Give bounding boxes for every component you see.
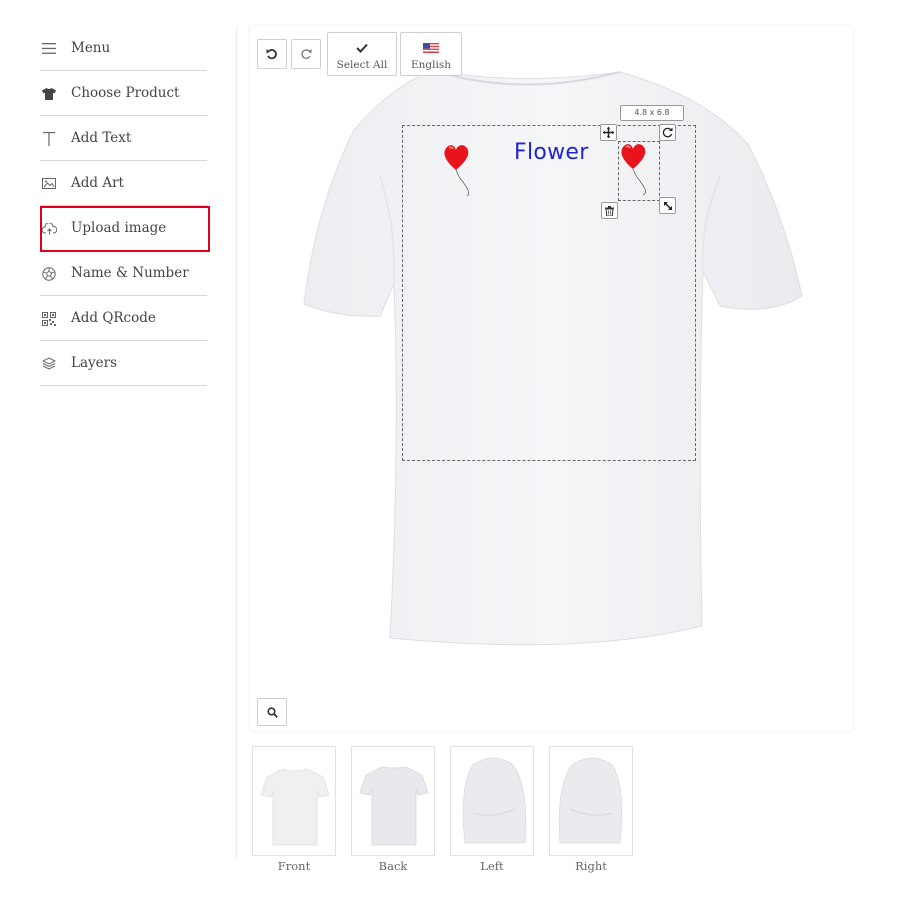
select-all-button[interactable]: Select All: [327, 32, 397, 76]
language-label: English: [410, 58, 452, 71]
sidebar-item-add-qrcode[interactable]: Add QRcode: [40, 296, 207, 341]
sidebar: Menu Choose Product Add Text Add Art Upl…: [40, 26, 207, 386]
thumbnail-front[interactable]: [252, 746, 336, 856]
redo-icon: [300, 45, 312, 64]
trash-icon: [605, 201, 614, 220]
tshirt-right-thumbnail: [558, 757, 623, 844]
thumbnail-label: Right: [575, 859, 607, 873]
rotate-handle[interactable]: [659, 124, 676, 141]
thumbnail-left[interactable]: [450, 746, 534, 856]
sidebar-item-add-text[interactable]: Add Text: [40, 116, 207, 161]
search-icon: [266, 703, 278, 722]
sidebar-item-label: Name & Number: [71, 265, 189, 281]
sidebar-item-upload-image[interactable]: Upload image: [40, 206, 207, 251]
resize-icon: [663, 196, 673, 215]
sidebar-item-label: Menu: [71, 40, 111, 56]
sidebar-item-choose-product[interactable]: Choose Product: [40, 71, 207, 116]
selection-box: [618, 141, 660, 201]
text-icon: [40, 116, 58, 161]
tshirt-front-thumbnail: [260, 768, 330, 846]
soccer-ball-icon: [40, 251, 58, 296]
thumbnail-label: Back: [378, 859, 408, 873]
tshirt-icon: [40, 71, 58, 116]
language-button[interactable]: English: [400, 32, 462, 76]
image-icon: [40, 161, 58, 206]
select-all-label: Select All: [336, 58, 388, 71]
undo-button[interactable]: [257, 39, 287, 69]
design-canvas[interactable]: Select All English Flower 4.8 x 6.8: [250, 26, 853, 731]
tshirt-back-thumbnail: [359, 766, 429, 846]
undo-icon: [266, 45, 278, 64]
sidebar-item-label: Add QRcode: [71, 310, 156, 326]
thumbnail-label: Front: [277, 859, 311, 873]
sidebar-item-name-number[interactable]: Name & Number: [40, 251, 207, 296]
sidebar-item-label: Layers: [71, 355, 118, 371]
rotate-icon: [662, 123, 673, 142]
resize-handle[interactable]: [659, 197, 676, 214]
move-handle[interactable]: [600, 124, 617, 141]
thumbnail-label: Left: [480, 859, 504, 873]
size-tooltip: 4.8 x 6.8: [620, 105, 684, 121]
design-text-object[interactable]: Flower: [514, 140, 589, 165]
sidebar-item-menu[interactable]: Menu: [40, 26, 207, 71]
thumbnail-right[interactable]: [549, 746, 633, 856]
sidebar-item-label: Add Text: [71, 130, 132, 146]
sidebar-item-label: Add Art: [71, 175, 124, 191]
menu-icon: [40, 26, 58, 71]
zoom-button[interactable]: [257, 698, 287, 726]
layers-icon: [40, 341, 58, 386]
sidebar-item-add-art[interactable]: Add Art: [40, 161, 207, 206]
move-icon: [603, 123, 614, 142]
us-flag-icon: [423, 38, 439, 57]
redo-button[interactable]: [291, 39, 321, 69]
checkmark-icon: [356, 38, 368, 57]
thumbnail-back[interactable]: [351, 746, 435, 856]
tshirt-left-thumbnail: [462, 757, 527, 844]
sidebar-divider: [236, 26, 237, 860]
delete-handle[interactable]: [601, 202, 618, 219]
sidebar-item-label: Choose Product: [71, 85, 180, 101]
cloud-upload-icon: [40, 206, 58, 251]
heart-balloon-image[interactable]: [440, 140, 474, 200]
sidebar-item-label: Upload image: [71, 220, 167, 236]
qrcode-icon: [40, 296, 58, 341]
sidebar-item-layers[interactable]: Layers: [40, 341, 207, 386]
